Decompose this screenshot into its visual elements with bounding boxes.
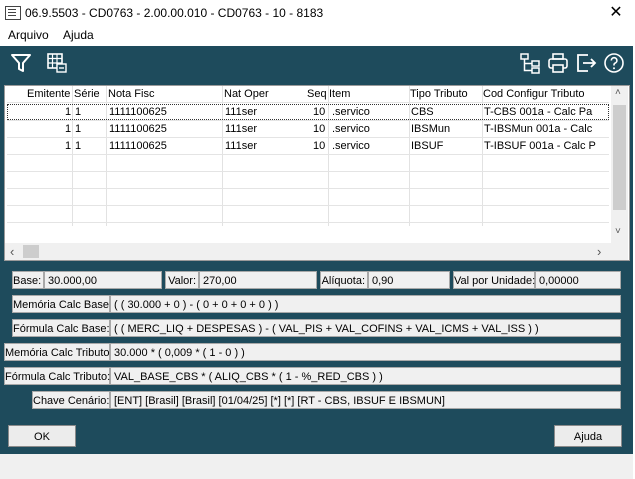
cell-seq: 10 <box>313 140 326 152</box>
status-strip <box>0 454 633 479</box>
scroll-left-icon[interactable]: ‹ <box>10 244 14 259</box>
content-panel: Emitente Série Nota Fisc Nat Oper Seq It… <box>0 81 633 454</box>
valor-field[interactable]: 270,00 <box>199 271 317 289</box>
scrollbar-corner <box>611 243 628 260</box>
formula-calc-base-label: Fórmula Calc Base: <box>12 319 110 337</box>
menu-ajuda[interactable]: Ajuda <box>63 28 94 42</box>
row-divider <box>7 154 609 155</box>
cell-nat-oper: 111ser <box>225 123 258 135</box>
cell-emitente: 1 <box>65 140 72 152</box>
row-divider <box>7 171 609 172</box>
aliquota-field[interactable]: 0,90 <box>368 271 450 289</box>
horizontal-scrollbar[interactable]: ‹ › <box>5 243 611 260</box>
filter-icon[interactable] <box>9 51 33 75</box>
close-button[interactable]: ✕ <box>604 3 628 23</box>
horizontal-scroll-thumb[interactable] <box>23 245 39 258</box>
cell-serie: 1 <box>75 106 82 118</box>
memoria-calc-tributo-label: Memória Calc Tributo: <box>4 343 113 361</box>
ok-button[interactable]: OK <box>8 425 76 447</box>
header-nota-fisc[interactable]: Nota Fisc <box>108 88 154 100</box>
memoria-calc-tributo-field[interactable]: 30.000 * ( 0,009 * ( 1 - 0 ) ) <box>110 343 621 361</box>
memoria-calc-base-field[interactable]: ( ( 30.000 + 0 ) - ( 0 + 0 + 0 + 0 ) ) <box>110 295 621 313</box>
cell-nat-oper: 111ser <box>225 106 258 118</box>
scroll-right-icon[interactable]: › <box>597 244 601 259</box>
base-field[interactable]: 30.000,00 <box>44 271 162 289</box>
cell-emitente: 1 <box>65 106 72 118</box>
table-row[interactable]: 1 1 1111100625 111ser 10 .servico IBSMun… <box>7 121 609 137</box>
cell-tipo-tributo: CBS <box>411 106 434 118</box>
cell-nat-oper: 111ser <box>225 140 258 152</box>
scroll-up-icon[interactable]: ˄ <box>615 87 621 98</box>
header-divider <box>7 102 609 103</box>
cell-seq: 10 <box>313 123 326 135</box>
exit-icon[interactable] <box>574 51 598 75</box>
scroll-down-icon[interactable]: ˅ <box>615 226 621 237</box>
menu-arquivo[interactable]: Arquivo <box>8 28 49 42</box>
cell-item: .servico <box>332 140 370 152</box>
cell-item: .servico <box>332 123 370 135</box>
row-divider <box>7 222 609 223</box>
row-divider <box>7 205 609 206</box>
base-label: Base: <box>12 271 44 289</box>
formula-calc-tributo-field[interactable]: VAL_BASE_CBS * ( ALIQ_CBS * ( 1 - %_RED_… <box>110 367 621 385</box>
printer-icon[interactable] <box>546 51 570 75</box>
app-icon <box>5 6 21 20</box>
chave-cenario-field[interactable]: [ENT] [Brasil] [Brasil] [01/04/25] [*] [… <box>110 391 621 409</box>
ajuda-button[interactable]: Ajuda <box>554 425 622 447</box>
header-nat-oper[interactable]: Nat Oper <box>224 88 269 100</box>
val-por-unidade-label: Val por Unidade: <box>453 271 535 289</box>
table-row[interactable]: 1 1 1111100625 111ser 10 .servico IBSUF … <box>7 138 609 154</box>
formula-calc-base-field[interactable]: ( ( MERC_LIQ + DESPESAS ) - ( VAL_PIS + … <box>110 319 621 337</box>
cell-serie: 1 <box>75 140 82 152</box>
cell-nota-fisc: 1111100625 <box>109 106 167 118</box>
toolbar <box>0 46 633 81</box>
vertical-scroll-thumb[interactable] <box>613 105 626 210</box>
cell-emitente: 1 <box>65 123 72 135</box>
row-divider <box>7 188 609 189</box>
cell-seq: 10 <box>313 106 326 118</box>
val-por-unidade-field[interactable]: 0,00000 <box>535 271 621 289</box>
cell-serie: 1 <box>75 123 82 135</box>
header-tipo-tributo[interactable]: Tipo Tributo <box>410 88 468 100</box>
help-icon[interactable] <box>602 51 626 75</box>
tree-structure-icon[interactable] <box>518 51 542 75</box>
table-row[interactable]: 1 1 1111100625 111ser 10 .servico CBS T-… <box>7 104 609 120</box>
header-item[interactable]: Item <box>329 88 350 100</box>
dialog-window: 06.9.5503 - CD0763 - 2.00.00.010 - CD076… <box>0 0 634 479</box>
window-title: 06.9.5503 - CD0763 - 2.00.00.010 - CD076… <box>25 6 324 20</box>
vertical-scrollbar[interactable]: ˄ ˅ <box>611 86 628 243</box>
cell-cod-configur: T-IBSUF 001a - Calc P <box>484 140 596 152</box>
formula-calc-tributo-label: Fórmula Calc Tributo: <box>4 367 110 385</box>
menu-bar: Arquivo Ajuda <box>0 26 633 46</box>
header-serie[interactable]: Série <box>74 88 100 100</box>
cell-cod-configur: T-IBSMun 001a - Calc <box>484 123 593 135</box>
header-seq[interactable]: Seq <box>307 88 327 100</box>
grid-export-icon[interactable] <box>45 51 69 75</box>
tributos-grid[interactable]: Emitente Série Nota Fisc Nat Oper Seq It… <box>4 85 630 261</box>
cell-nota-fisc: 1111100625 <box>109 123 167 135</box>
aliquota-label: Alíquota: <box>320 271 368 289</box>
cell-item: .servico <box>332 106 370 118</box>
cell-tipo-tributo: IBSMun <box>411 123 451 135</box>
cell-nota-fisc: 1111100625 <box>109 140 167 152</box>
title-bar: 06.9.5503 - CD0763 - 2.00.00.010 - CD076… <box>0 0 633 26</box>
cell-tipo-tributo: IBSUF <box>411 140 444 152</box>
cell-cod-configur: T-CBS 001a - Calc Pa <box>484 106 593 118</box>
valor-label: Valor: <box>165 271 199 289</box>
chave-cenario-label: Chave Cenário: <box>32 391 110 409</box>
header-emitente[interactable]: Emitente <box>27 88 70 100</box>
header-cod-configur-tributo[interactable]: Cod Configur Tributo <box>483 88 585 100</box>
memoria-calc-base-label: Memória Calc Base: <box>12 295 112 313</box>
